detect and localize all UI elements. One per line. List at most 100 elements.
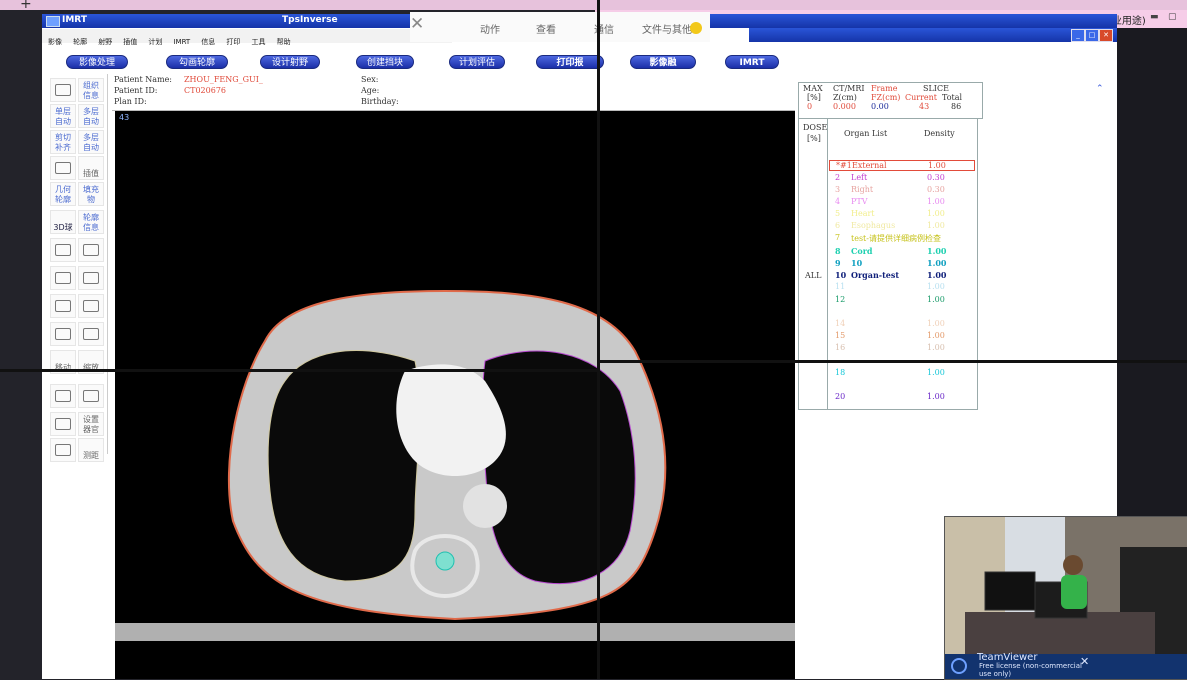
organ-number: 12 [835, 295, 846, 304]
organ-number: 14 [835, 319, 846, 328]
menu-plan[interactable]: 计划 [148, 35, 162, 49]
eye-icon [55, 418, 71, 430]
mode-imrt[interactable]: IMRT [725, 55, 779, 69]
tool-fill[interactable]: 填充物 [78, 182, 104, 206]
mode-contour[interactable]: 勾画轮廓 [166, 55, 228, 69]
max-label: MAX [803, 84, 823, 93]
open-tool[interactable] [78, 384, 104, 408]
window-close-button[interactable]: ✕ [1099, 29, 1113, 42]
organ-density: 1.00 [927, 209, 945, 218]
app-name: IMRT [62, 15, 87, 25]
organ-name: External [852, 161, 887, 170]
organ-row[interactable]: 9 10 1.00 [829, 258, 975, 269]
draw-tool-5[interactable] [50, 294, 76, 318]
smiley-icon[interactable] [690, 22, 702, 34]
organ-row[interactable]: 3 Right 0.30 [829, 185, 975, 196]
tool-geo-contour[interactable]: 几何 轮廓 [50, 182, 76, 206]
tool-cut-fill[interactable]: 剪切 补齐 [50, 130, 76, 154]
organ-row[interactable]: 5 Heart 1.00 [829, 209, 975, 220]
organ-row[interactable]: 7 test-请提供详细病例检查 [829, 233, 975, 244]
organ-density: 1.00 [927, 270, 947, 280]
draw-tool-3[interactable] [50, 266, 76, 290]
window-maximize-button[interactable]: □ [1085, 29, 1099, 42]
teamviewer-close-button[interactable]: ✕ [1080, 655, 1089, 668]
mode-block[interactable]: 创建挡块 [356, 55, 414, 69]
tool-tissue-info[interactable]: 组织 信息 [78, 78, 104, 102]
title-bar-right: _ □ ✕ [749, 28, 1117, 42]
remote-view-menu[interactable]: 查看 [536, 21, 556, 36]
all-dose-button[interactable]: ALL [805, 271, 821, 280]
remote-actions-menu[interactable]: 动作 [480, 21, 500, 36]
organ-row[interactable]: 18 1.00 [829, 368, 975, 379]
organ-density: 1.00 [927, 368, 945, 377]
menu-beam[interactable]: 射野 [98, 35, 112, 49]
organ-density: 1.00 [927, 258, 947, 268]
ruler-icon [55, 272, 71, 284]
remote-files-menu[interactable]: 文件与其他 [642, 21, 692, 36]
menu-contour[interactable]: 轮廓 [73, 35, 87, 49]
teamviewer-license: Free license (non-commercial use only) [979, 662, 1082, 678]
remote-close-button[interactable]: ✕ [410, 14, 424, 34]
tool-measure[interactable]: 测距 [78, 438, 104, 462]
organ-row[interactable]: 16 1.00 [829, 343, 975, 354]
total-label: Total [942, 93, 963, 102]
menu-interp[interactable]: 插值 [123, 35, 137, 49]
draw-tool-6[interactable] [78, 294, 104, 318]
tool-interp[interactable]: 插值 [78, 156, 104, 180]
organ-row[interactable]: *#1 External 1.00 [829, 160, 975, 171]
menu-info[interactable]: 信息 [201, 35, 215, 49]
organ-density: 1.00 [927, 319, 945, 328]
organ-density: 1.00 [927, 295, 945, 304]
tool-multi-auto[interactable]: 多层 自动 [78, 104, 104, 128]
mode-plan-eval[interactable]: 计划评估 [449, 55, 505, 69]
menu-print[interactable]: 打印 [226, 35, 240, 49]
organ-name: 10 [851, 258, 863, 268]
organ-row[interactable]: 11 1.00 [829, 282, 975, 293]
tool-single-auto[interactable]: 单层 自动 [50, 104, 76, 128]
scroll-up-icon[interactable]: ⌃ [1096, 84, 1104, 94]
tool-3d-ball[interactable]: 3D球 [50, 210, 76, 234]
tool-multi-auto-2[interactable]: 多层 自动 [78, 130, 104, 154]
teamviewer-logo-icon [951, 658, 967, 674]
organ-row[interactable]: 4 PTV 1.00 [829, 197, 975, 208]
view-tool[interactable] [50, 412, 76, 436]
interp-tool[interactable] [50, 156, 76, 180]
dose-label: DOSE [803, 123, 828, 132]
draw-tool-4[interactable] [78, 266, 104, 290]
organ-row[interactable]: 8 Cord 1.00 [829, 246, 975, 257]
menu-image[interactable]: 影像 [48, 35, 62, 49]
draw-tool-7[interactable] [50, 322, 76, 346]
organ-row[interactable]: 2 Left 0.30 [829, 173, 975, 184]
organ-info-pick-tool[interactable] [50, 78, 76, 102]
current-value: 43 [919, 102, 930, 111]
menu-imrt[interactable]: IMRT [173, 35, 190, 49]
mode-fusion-4d[interactable]: 影像融合/4D [630, 55, 696, 82]
max-unit: [%] [807, 93, 821, 102]
minimize-icon[interactable]: ▬ [1150, 12, 1159, 22]
organ-row[interactable]: 20 1.00 [829, 392, 975, 403]
window-minimize-button[interactable]: _ [1071, 29, 1085, 42]
mode-beam-design[interactable]: 设计射野 [260, 55, 320, 69]
menu-help[interactable]: 帮助 [277, 35, 291, 49]
mode-image-processing[interactable]: 影像处理 [66, 55, 128, 69]
maximize-icon[interactable]: ▢ [1168, 12, 1177, 22]
draw-tool-8[interactable] [78, 322, 104, 346]
organ-row[interactable]: 15 1.00 [829, 331, 975, 342]
organ-row[interactable]: 12 1.00 [829, 295, 975, 306]
organ-row[interactable]: 14 1.00 [829, 319, 975, 330]
measure-tool[interactable] [50, 438, 76, 462]
tool-contour-info[interactable]: 轮廓 信息 [78, 210, 104, 234]
mode-print-3d[interactable]: 打印报告/3D [536, 55, 604, 82]
new-tab-button[interactable]: + [20, 0, 32, 12]
tool-set-organ[interactable]: 设置 器官 [78, 412, 104, 436]
organ-row[interactable]: 10 Organ-test 1.00 [829, 270, 975, 281]
organ-number: 6 [835, 221, 841, 230]
save-tool[interactable] [50, 384, 76, 408]
ct-viewer[interactable]: 43 [115, 111, 795, 679]
organ-row[interactable]: 6 Esophagus 1.00 [829, 221, 975, 232]
menu-tools[interactable]: 工具 [251, 35, 265, 49]
draw-tool-1[interactable] [50, 238, 76, 262]
draw-tool-2[interactable] [78, 238, 104, 262]
sex-label: Sex: [361, 75, 379, 84]
brush-icon [83, 244, 99, 256]
